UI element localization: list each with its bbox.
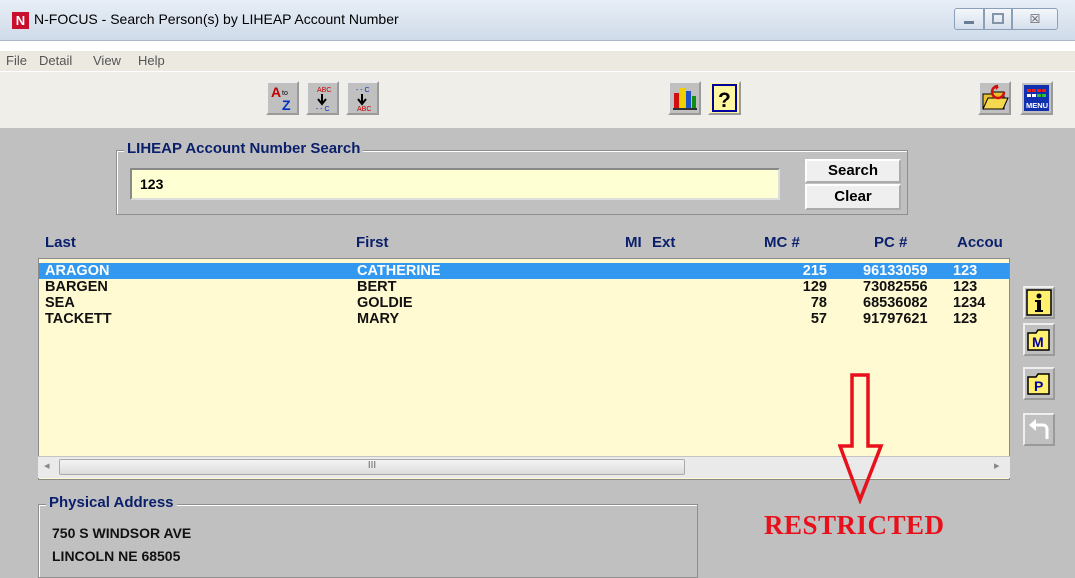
svg-text:MENU: MENU	[1026, 101, 1048, 110]
svg-text:P: P	[1034, 378, 1043, 394]
table-row[interactable]: SEA GOLDIE 78 68536082 1234	[39, 295, 1009, 311]
person-info-button[interactable]	[1023, 286, 1055, 319]
cell-mc: 78	[810, 295, 827, 311]
menu-button[interactable]: MENU	[1020, 81, 1053, 115]
m-button[interactable]: M	[1023, 323, 1055, 356]
return-button[interactable]	[1023, 413, 1055, 446]
svg-text:ABC: ABC	[357, 106, 371, 113]
menu-view[interactable]: View	[93, 53, 121, 68]
address-line-2: LINCOLN NE 68505	[52, 548, 181, 564]
menu-file[interactable]: File	[6, 53, 27, 68]
column-header-ext[interactable]: Ext	[652, 234, 675, 251]
help-button[interactable]: ?	[708, 81, 741, 115]
scroll-right-icon[interactable]: ▸	[994, 459, 1000, 472]
open-folder-button[interactable]	[978, 81, 1011, 115]
chart-button[interactable]	[668, 81, 701, 115]
m-icon: M	[1027, 329, 1050, 351]
svg-text:Z: Z	[282, 97, 291, 113]
scroll-left-icon[interactable]: ◂	[44, 459, 50, 472]
address-line-1: 750 S WINDSOR AVE	[52, 525, 192, 541]
window-title: N-FOCUS - Search Person(s) by LIHEAP Acc…	[34, 11, 399, 27]
search-group-title: LIHEAP Account Number Search	[124, 140, 364, 157]
title-bar: N N-FOCUS - Search Person(s) by LIHEAP A…	[0, 0, 1075, 41]
return-icon	[1029, 419, 1049, 439]
cell-account: 123	[953, 279, 978, 295]
cell-account: 123	[953, 311, 978, 327]
svg-text:- - C: - - C	[316, 106, 330, 113]
column-header-mi[interactable]: MI	[625, 234, 642, 251]
down-arrow-icon	[838, 373, 884, 504]
minimize-icon[interactable]	[954, 8, 984, 30]
cell-account: 123	[953, 263, 978, 279]
address-group-title: Physical Address	[46, 494, 177, 511]
cell-mc: 215	[802, 263, 827, 279]
cell-account: 1234	[953, 295, 986, 311]
menu-icon: MENU	[1024, 85, 1049, 111]
p-button[interactable]: P	[1023, 367, 1055, 400]
svg-text:- - C: - - C	[356, 87, 370, 94]
scrollbar-grip: III	[367, 460, 377, 471]
cell-first: GOLDIE	[357, 295, 413, 311]
cell-mc: 129	[802, 279, 827, 295]
cell-first: MARY	[357, 311, 400, 327]
column-header-pc[interactable]: PC #	[874, 234, 907, 251]
column-header-mc[interactable]: MC #	[764, 234, 800, 251]
sort-ascending-button[interactable]: ABC - - C	[306, 81, 339, 115]
sort-a-to-z-icon: A to Z	[271, 84, 291, 113]
help-icon: ?	[712, 84, 737, 112]
cell-pc: 73082556	[863, 279, 928, 295]
svg-text:?: ?	[718, 89, 731, 112]
p-icon: P	[1027, 373, 1050, 395]
sort-descending-button[interactable]: - - C ABC	[346, 81, 379, 115]
cell-first: BERT	[357, 279, 397, 295]
sort-descending-icon: - - C ABC	[356, 87, 371, 113]
maximize-icon[interactable]	[984, 8, 1012, 30]
cell-mc: 57	[810, 311, 827, 327]
cell-last: SEA	[45, 295, 75, 311]
menu-bar: File Detail View Help	[0, 51, 1075, 71]
restricted-label: RESTRICTED	[764, 510, 945, 540]
menu-detail[interactable]: Detail	[39, 53, 72, 68]
cell-pc: 68536082	[863, 295, 928, 311]
sort-a-to-z-button[interactable]: A to Z	[266, 81, 299, 115]
person-info-icon	[1026, 289, 1052, 316]
sort-ascending-icon: ABC - - C	[316, 87, 331, 113]
cell-last: TACKETT	[45, 311, 112, 327]
open-folder-icon	[982, 84, 1009, 110]
column-header-account[interactable]: Accou	[957, 234, 1003, 251]
scrollbar-thumb[interactable]: III	[59, 459, 685, 475]
account-number-input[interactable]	[130, 168, 780, 200]
app-logo-icon: N	[12, 12, 29, 29]
table-row[interactable]: BARGEN BERT 129 73082556 123	[39, 279, 1009, 295]
close-icon[interactable]: ☒	[1012, 8, 1058, 30]
cell-last: BARGEN	[45, 279, 108, 295]
address-groupbox	[38, 504, 698, 578]
cell-pc: 91797621	[863, 311, 928, 327]
clear-button[interactable]: Clear	[805, 184, 901, 210]
cell-pc: 96133059	[863, 263, 928, 279]
table-row[interactable]: TACKETT MARY 57 91797621 123	[39, 311, 1009, 327]
svg-text:ABC: ABC	[317, 87, 331, 94]
menu-help[interactable]: Help	[138, 53, 165, 68]
table-row[interactable]: ARAGON CATHERINE 215 96133059 123	[39, 263, 1009, 279]
column-header-first[interactable]: First	[356, 234, 389, 251]
cell-last: ARAGON	[45, 263, 110, 279]
bar-chart-icon	[673, 88, 697, 110]
search-button[interactable]: Search	[805, 159, 901, 183]
column-header-last[interactable]: Last	[45, 234, 76, 251]
cell-first: CATHERINE	[357, 263, 441, 279]
svg-text:M: M	[1032, 334, 1044, 350]
toolbar: A to Z ABC - - C - - C ABC ? MENU	[0, 71, 1075, 129]
svg-text:A: A	[271, 84, 281, 100]
svg-text:to: to	[282, 90, 288, 97]
